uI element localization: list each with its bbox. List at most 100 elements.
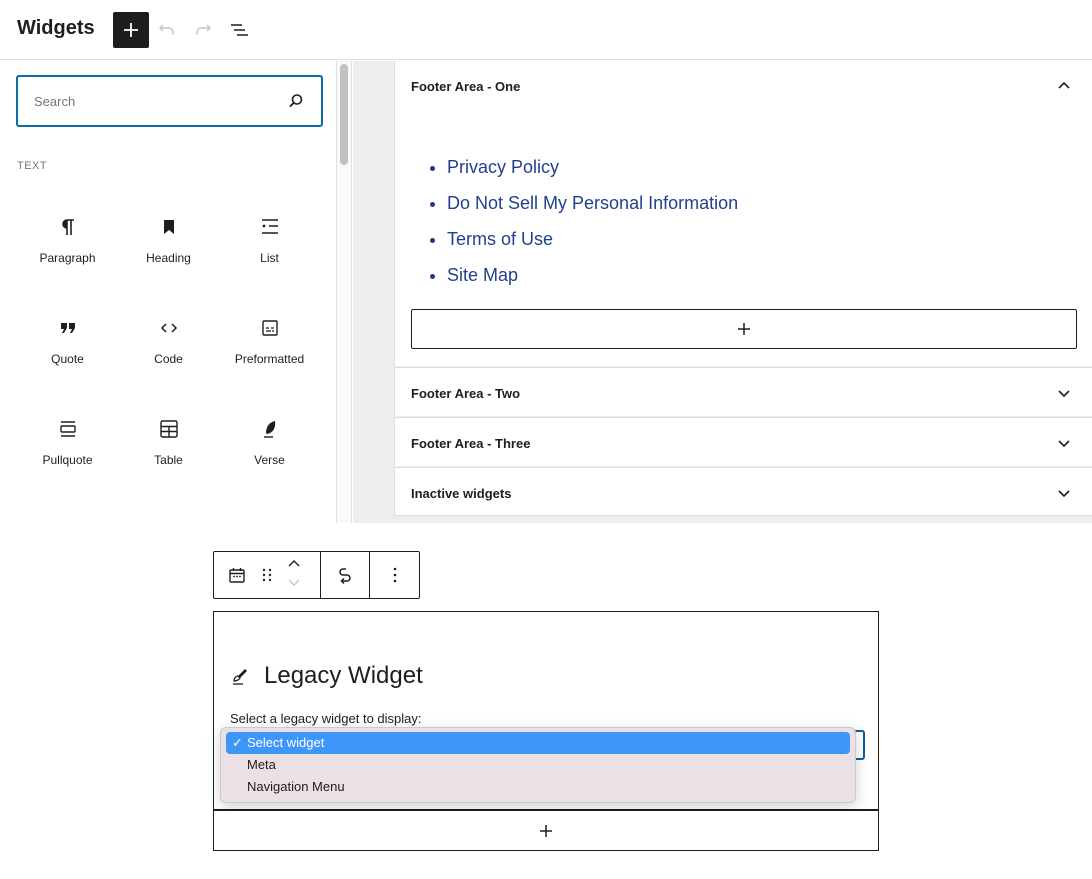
block-paragraph[interactable]: Paragraph bbox=[17, 201, 118, 302]
block-label: Paragraph bbox=[39, 251, 96, 265]
plus-icon bbox=[540, 824, 552, 837]
block-type-button[interactable] bbox=[222, 552, 252, 598]
list-item: Do Not Sell My Personal Information bbox=[447, 185, 738, 221]
redo-icon bbox=[196, 24, 211, 35]
paragraph-icon bbox=[56, 215, 80, 239]
list-item: Site Map bbox=[447, 257, 738, 293]
widget-area-header[interactable]: Footer Area - One bbox=[395, 61, 1092, 111]
block-preformatted[interactable]: Preformatted bbox=[219, 302, 320, 403]
plus-icon bbox=[124, 23, 138, 37]
block-verse[interactable]: Verse bbox=[219, 403, 320, 504]
dropdown-option-selected[interactable]: ✓ Select widget bbox=[226, 732, 850, 754]
feather-icon bbox=[258, 417, 282, 441]
widget-area-title: Footer Area - Two bbox=[411, 385, 521, 401]
dropdown-option[interactable]: Navigation Menu bbox=[226, 776, 850, 798]
transform-button[interactable] bbox=[330, 552, 360, 598]
block-toolbar-group-transform bbox=[321, 552, 370, 598]
add-block-appender[interactable] bbox=[411, 309, 1077, 349]
block-label: Pullquote bbox=[42, 453, 93, 467]
option-label: Select widget bbox=[247, 735, 325, 750]
widget-select-label: Select a legacy widget to display: bbox=[230, 711, 422, 726]
block-heading[interactable]: Heading bbox=[118, 201, 219, 302]
redo-button[interactable] bbox=[191, 18, 215, 42]
list-view-button[interactable] bbox=[227, 18, 251, 42]
legacy-widget-header: Legacy Widget bbox=[230, 662, 423, 690]
list-item: Privacy Policy bbox=[447, 149, 738, 185]
option-label: Meta bbox=[247, 757, 276, 772]
footer-links-list: Privacy Policy Do Not Sell My Personal I… bbox=[427, 149, 738, 293]
code-icon bbox=[157, 316, 181, 340]
block-label: Table bbox=[154, 453, 183, 467]
preformatted-icon bbox=[258, 316, 282, 340]
category-label: TEXT bbox=[17, 160, 48, 172]
widget-area-footer-three: Footer Area - Three bbox=[394, 417, 1092, 466]
legacy-widget-title: Legacy Widget bbox=[264, 662, 423, 689]
option-label: Navigation Menu bbox=[247, 779, 345, 794]
plus-icon bbox=[738, 323, 750, 335]
footer-link[interactable]: Do Not Sell My Personal Information bbox=[447, 193, 738, 213]
check-icon: ✓ bbox=[232, 735, 243, 750]
pullquote-icon bbox=[56, 417, 80, 441]
calendar-icon bbox=[229, 568, 245, 583]
search-icon bbox=[289, 94, 303, 108]
add-block-appender[interactable] bbox=[213, 811, 879, 851]
chevron-down-icon[interactable] bbox=[1052, 481, 1076, 505]
drag-handle[interactable] bbox=[252, 552, 282, 598]
brush-icon bbox=[233, 669, 247, 685]
block-code[interactable]: Code bbox=[118, 302, 219, 403]
table-icon bbox=[157, 417, 181, 441]
more-vertical-icon bbox=[393, 567, 396, 583]
block-table[interactable]: Table bbox=[118, 403, 219, 504]
undo-button[interactable] bbox=[155, 18, 179, 42]
footer-link[interactable]: Privacy Policy bbox=[447, 157, 559, 177]
block-quote[interactable]: Quote bbox=[17, 302, 118, 403]
block-label: List bbox=[260, 251, 279, 265]
widget-area-inactive: Inactive widgets bbox=[394, 467, 1092, 516]
widget-area-title: Footer Area - One bbox=[411, 78, 521, 94]
list-item: Terms of Use bbox=[447, 221, 738, 257]
chevron-up-icon[interactable] bbox=[1052, 74, 1076, 98]
page-title: Widgets bbox=[17, 17, 95, 39]
block-list[interactable]: List bbox=[219, 201, 320, 302]
widget-select-dropdown: ✓ Select widget Meta Navigation Menu bbox=[220, 727, 856, 803]
footer-link[interactable]: Site Map bbox=[447, 265, 518, 285]
block-label: Verse bbox=[254, 453, 285, 467]
dropdown-option[interactable]: Meta bbox=[226, 754, 850, 776]
block-pullquote[interactable]: Pullquote bbox=[17, 403, 118, 504]
chevron-down-icon bbox=[288, 579, 300, 586]
widget-area-header[interactable]: Footer Area - Three bbox=[395, 418, 1092, 468]
block-options-button[interactable] bbox=[380, 552, 410, 598]
widget-area-footer-one: Footer Area - One Privacy Policy Do Not … bbox=[394, 61, 1092, 366]
transform-icon bbox=[339, 568, 351, 585]
block-inserter-panel: TEXT Paragraph Heading List Quote Code P… bbox=[0, 61, 337, 523]
block-label: Quote bbox=[51, 352, 84, 366]
add-block-button[interactable] bbox=[113, 12, 149, 48]
chevron-down-icon[interactable] bbox=[1052, 431, 1076, 455]
quote-icon bbox=[56, 316, 80, 340]
widget-area-title: Footer Area - Three bbox=[411, 435, 531, 451]
block-label: Heading bbox=[146, 251, 191, 265]
list-view-icon bbox=[231, 24, 248, 36]
undo-icon bbox=[159, 24, 174, 35]
scrollbar-thumb[interactable] bbox=[340, 64, 348, 165]
block-label: Preformatted bbox=[234, 352, 305, 366]
search-field[interactable] bbox=[16, 75, 323, 127]
block-toolbar-group-main bbox=[214, 552, 321, 598]
list-icon bbox=[258, 215, 282, 239]
heading-bookmark-icon bbox=[157, 215, 181, 239]
widget-area-footer-two: Footer Area - Two bbox=[394, 367, 1092, 416]
move-up-button[interactable] bbox=[286, 557, 302, 575]
search-input[interactable] bbox=[34, 93, 287, 109]
block-mover bbox=[282, 552, 306, 598]
inserter-scrollbar[interactable] bbox=[337, 61, 352, 523]
footer-link[interactable]: Terms of Use bbox=[447, 229, 553, 249]
block-toolbar bbox=[213, 551, 420, 599]
block-label: Code bbox=[154, 352, 183, 366]
block-list: Paragraph Heading List Quote Code Prefor… bbox=[17, 201, 320, 504]
move-down-button[interactable] bbox=[286, 575, 302, 593]
chevron-down-icon[interactable] bbox=[1052, 381, 1076, 405]
widget-area-header[interactable]: Footer Area - Two bbox=[395, 368, 1092, 418]
chevron-up-icon bbox=[288, 560, 300, 567]
widget-area-header[interactable]: Inactive widgets bbox=[395, 468, 1092, 518]
block-toolbar-group-options bbox=[370, 552, 419, 598]
